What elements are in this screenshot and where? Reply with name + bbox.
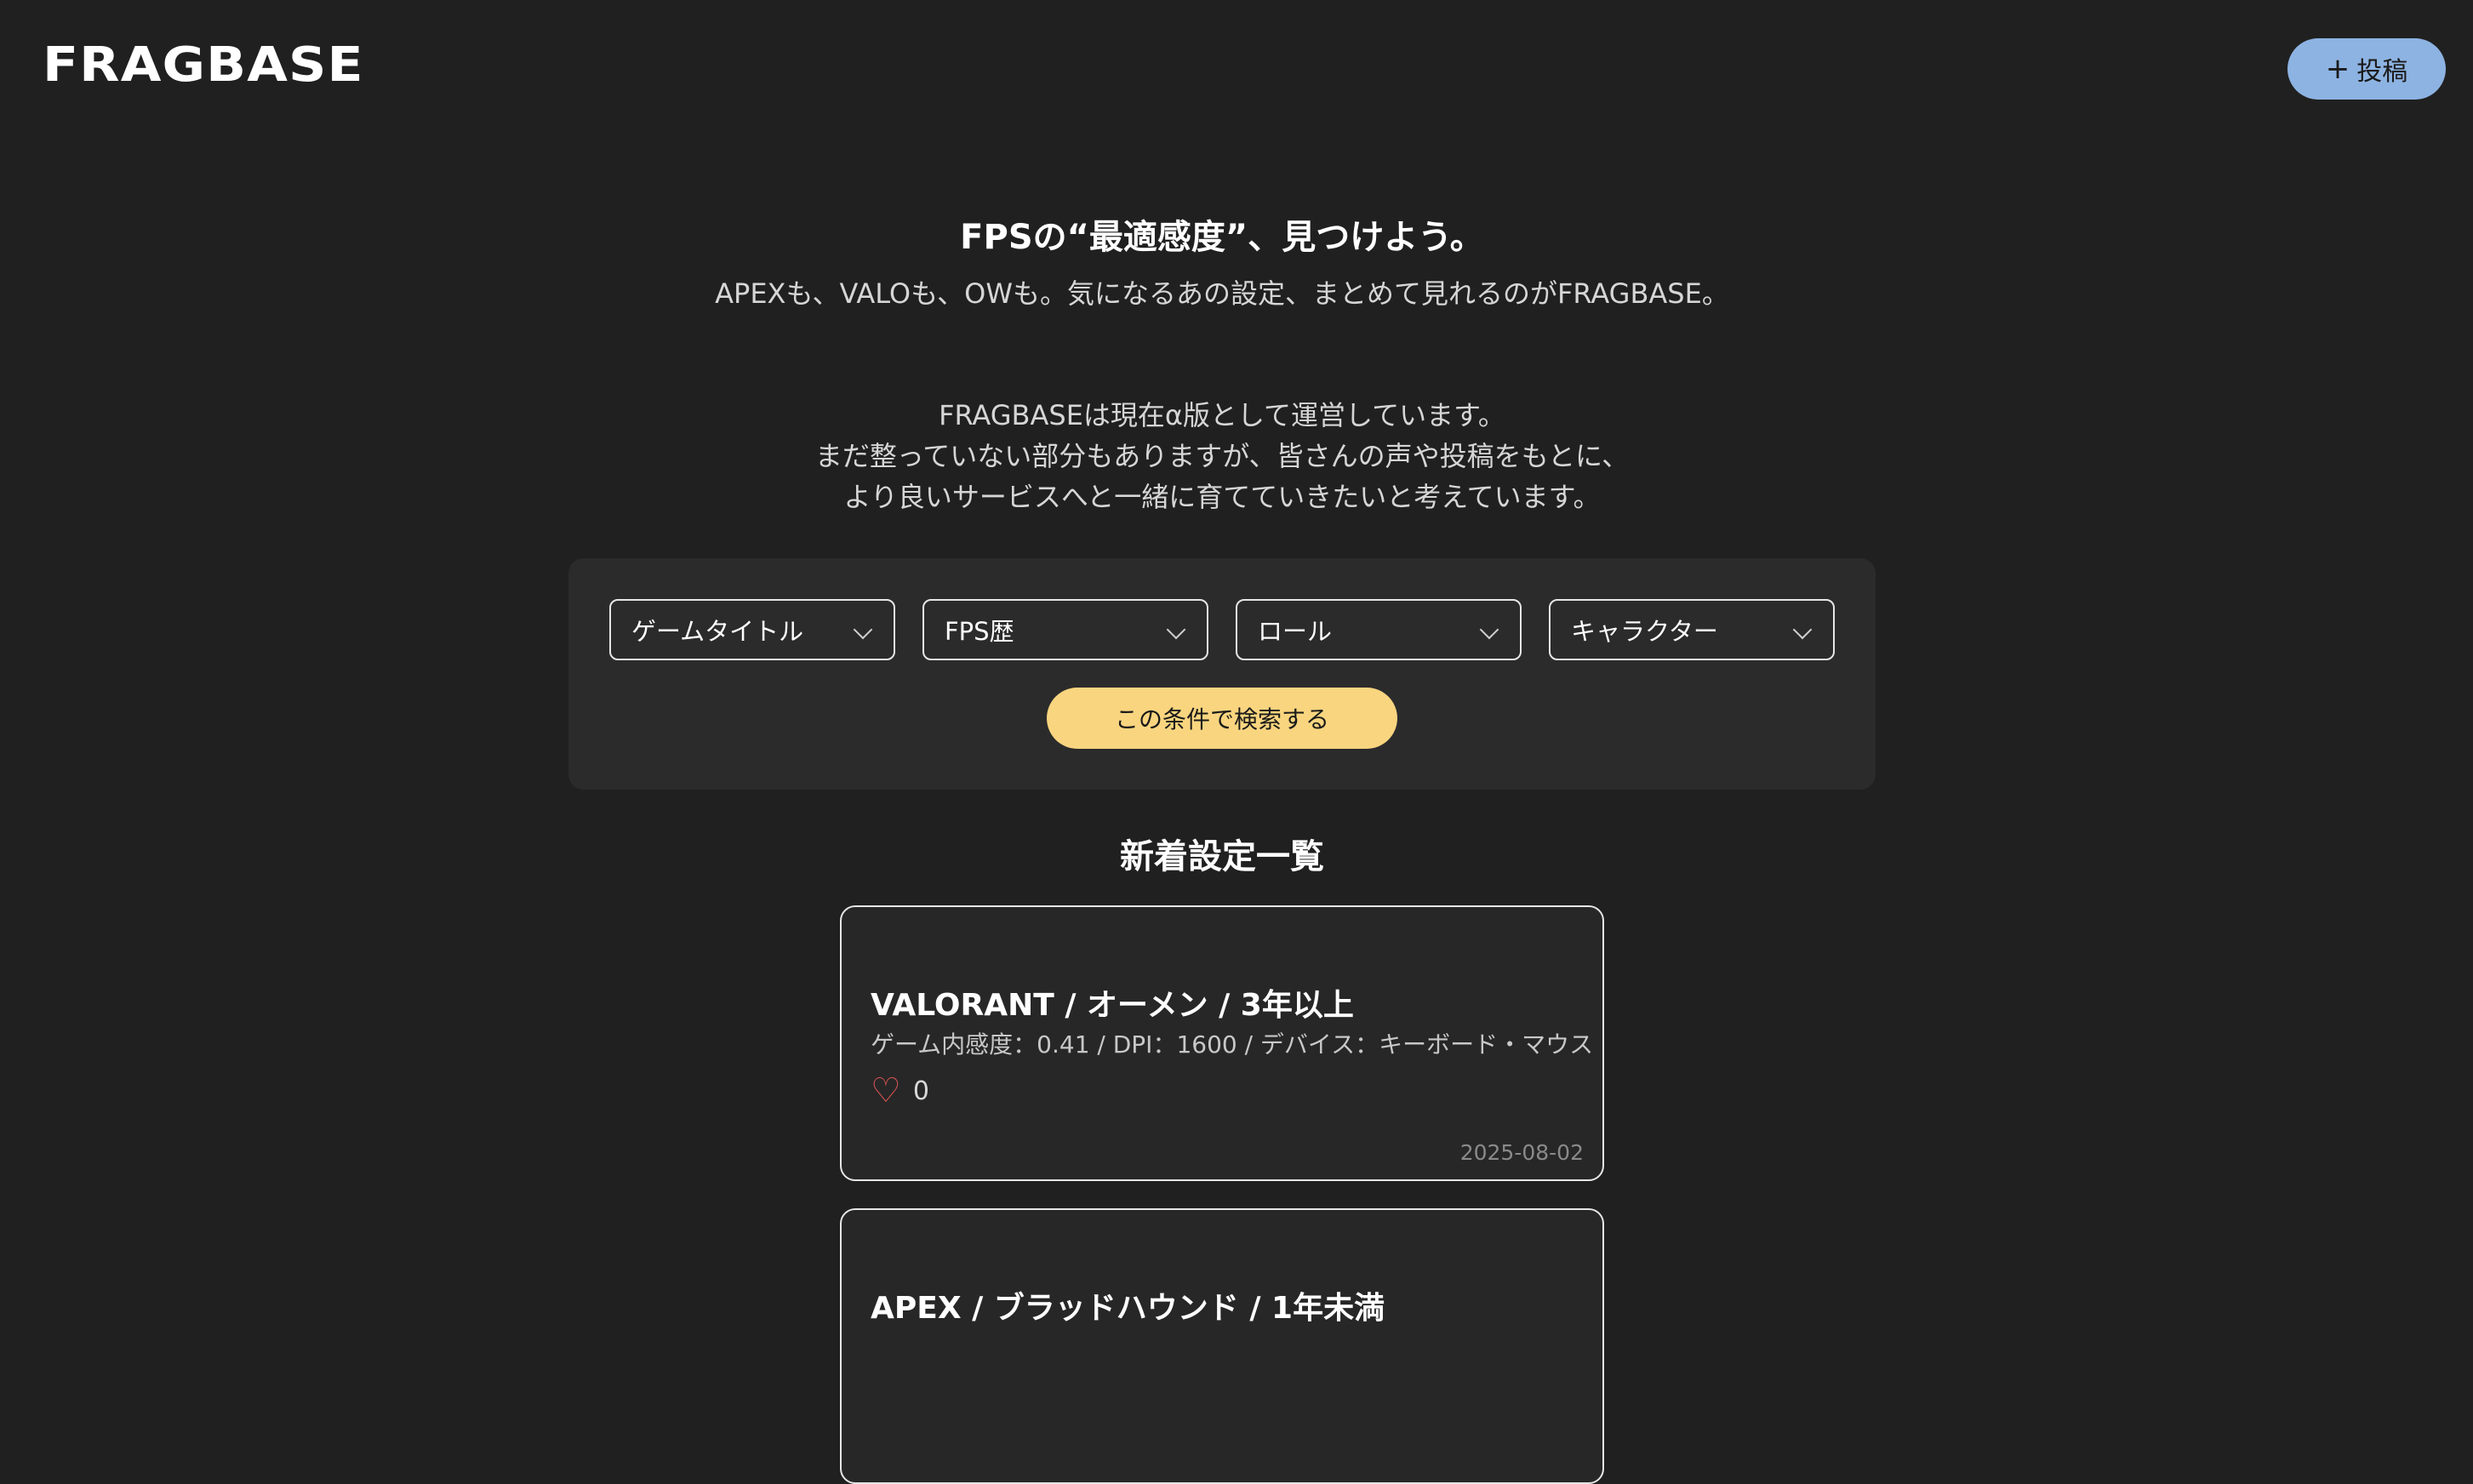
notice-line: まだ整っていない部分もありますが、皆さんの声や投稿をもとに、: [814, 440, 1630, 472]
select-value: FPS歴: [945, 617, 1014, 646]
notice-line: FRAGBASEは現在α版として運営しています。: [939, 399, 1505, 431]
like-count: 0: [912, 1076, 929, 1106]
search-button[interactable]: この条件で検索する: [1047, 688, 1397, 749]
post-title: APEX / ブラッドハウンド / 1年未満: [871, 1291, 1385, 1326]
character-select[interactable]: キャラクター: [1549, 599, 1835, 660]
section-title: 新着設定一覧: [1120, 837, 1324, 876]
chevron-down-icon: [853, 619, 873, 640]
post-date: 2025-08-02: [1459, 1140, 1584, 1165]
select-value: キャラクター: [1571, 617, 1718, 646]
post-card[interactable]: VALORANT / オーメン / 3年以上 ゲーム内感度：0.41 / DPI…: [840, 905, 1604, 1181]
fps-history-select[interactable]: FPS歴: [922, 599, 1208, 660]
header: FRAGBASE + 投稿: [0, 0, 2473, 136]
filter-panel: ゲームタイトル FPS歴 ロール キャラクター この条件で検索する: [568, 558, 1876, 790]
select-value: ゲームタイトル: [631, 617, 804, 646]
post-title: VALORANT / オーメン / 3年以上: [871, 988, 1354, 1023]
post-meta: ゲーム内感度：0.41 / DPI：1600 / デバイス：キーボード・マウス: [871, 1030, 1594, 1059]
post-button[interactable]: + 投稿: [2287, 38, 2446, 100]
chevron-down-icon: [1792, 619, 1813, 640]
heart-icon[interactable]: ♡: [871, 1074, 901, 1108]
hero-title: FPSの“最適感度”、見つけよう。: [960, 218, 1484, 257]
hero-subtitle: APEXも、VALOも、OWも。気になるあの設定、まとめて見れるのがFRAGBA…: [715, 277, 1729, 310]
post-button-label: 投稿: [2356, 57, 2408, 87]
logo[interactable]: FRAGBASE: [43, 37, 364, 93]
select-value: ロール: [1258, 617, 1333, 646]
role-select[interactable]: ロール: [1236, 599, 1522, 660]
post-card[interactable]: APEX / ブラッドハウンド / 1年未満: [840, 1208, 1604, 1484]
plus-icon: +: [2325, 52, 2350, 86]
like-area: ♡ 0: [871, 1074, 929, 1108]
chevron-down-icon: [1479, 619, 1499, 640]
game-title-select[interactable]: ゲームタイトル: [609, 599, 895, 660]
notice-line: より良いサービスへと一緒に育てていきたいと考えています。: [843, 481, 1601, 513]
alpha-notice: FRAGBASEは現在α版として運営しています。 まだ整っていない部分もあります…: [0, 395, 2444, 517]
chevron-down-icon: [1166, 619, 1186, 640]
